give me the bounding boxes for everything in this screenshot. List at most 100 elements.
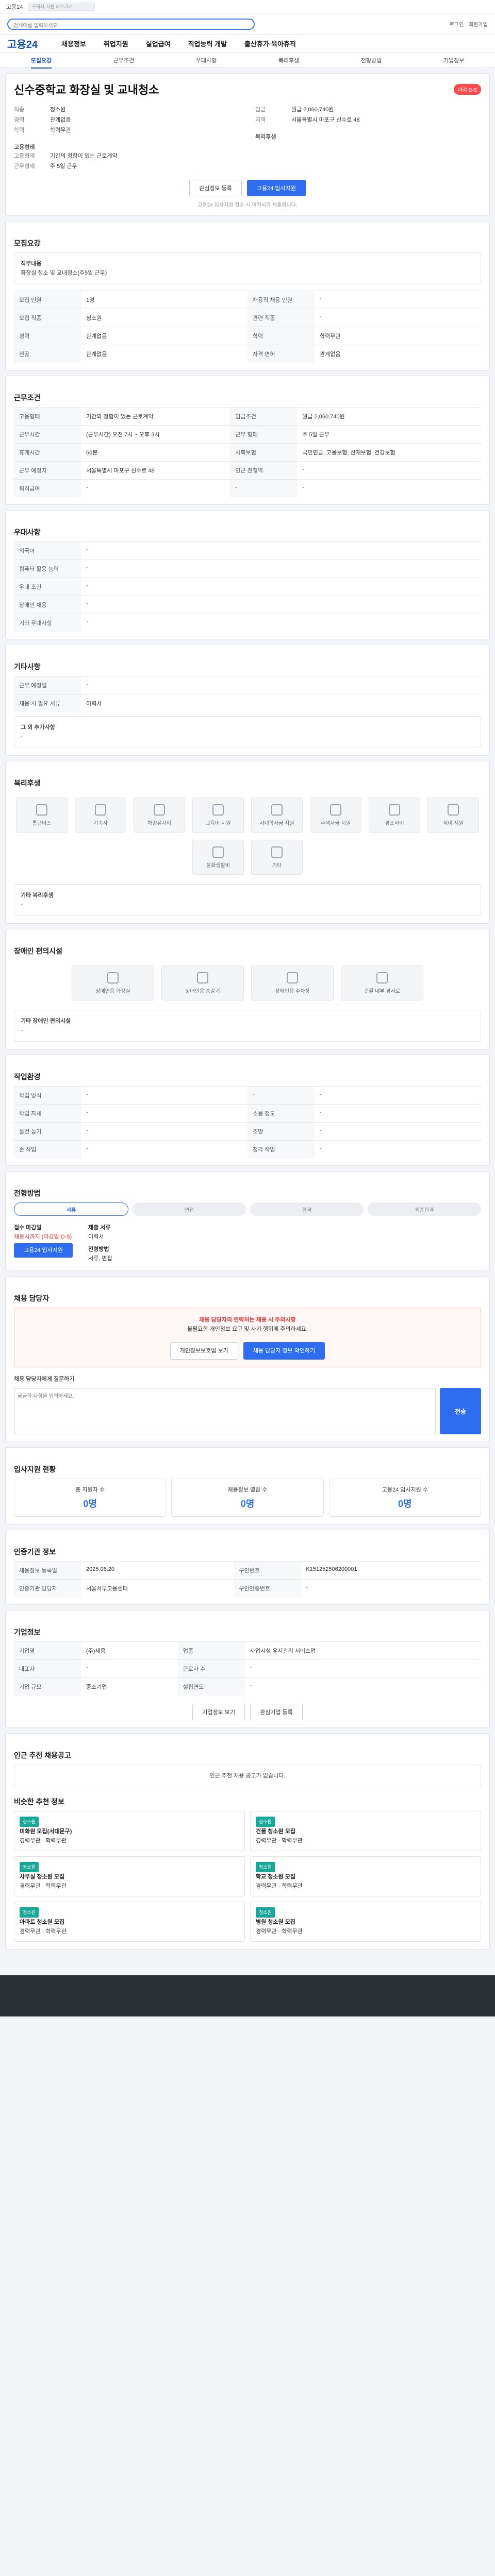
- list-item[interactable]: 청소원 사무실 청소원 모집 경력무관 · 학력무관: [14, 1856, 245, 1896]
- search-input[interactable]: 검색어를 입력하세요: [7, 18, 255, 30]
- nav-item-leave[interactable]: 출산휴가·육아휴직: [244, 39, 296, 48]
- cell-key: 인근 전철역: [230, 461, 298, 480]
- company-info-button[interactable]: 기업정보 보기: [192, 1704, 245, 1720]
- cell-value: -: [81, 1140, 248, 1158]
- conditions-table: 고용형태 기간의 정함이 있는 근로계약 임금조건 월급 2,060,740원 근무시…: [14, 407, 481, 497]
- cell-key: 휴게시간: [14, 443, 81, 462]
- contact-button[interactable]: 채용 담당자 정보 확인하기: [243, 1342, 325, 1360]
- facility-label: 장애인용 화장실: [95, 988, 130, 994]
- table-row: 채용정보 등록일 2025.06.20 구인번호 K151252506200001: [14, 1561, 481, 1580]
- tab-welfare[interactable]: 복리후생: [278, 56, 299, 64]
- job-tag: 청소원: [256, 1862, 275, 1872]
- job-tag: 청소원: [20, 1907, 39, 1918]
- gift-icon: [389, 804, 400, 816]
- environment-section: 작업환경 작업 방식 - - - 작업 자세 - 소음 정도 - 물건 들기 - 조명 - 손 작…: [5, 1055, 490, 1166]
- cell-key: -: [248, 1086, 315, 1105]
- cell-value: -: [81, 596, 481, 614]
- scrap-button[interactable]: 관심정보 등록: [189, 180, 242, 196]
- kv-value: 서울특별시 마포구 신수로 48: [291, 117, 360, 123]
- ramp-icon: [376, 972, 388, 984]
- job-tag: 청소원: [20, 1817, 39, 1827]
- cell-value: K151252506200001: [301, 1561, 481, 1580]
- meal-icon: [448, 804, 459, 816]
- welfare-label: 기타: [272, 862, 282, 869]
- nav-item-support[interactable]: 취업지원: [104, 39, 128, 48]
- job-tag: 청소원: [256, 1817, 275, 1827]
- table-row: 인증기관 담당자 서울서부고용센터 구인인증번호 -: [14, 1579, 481, 1597]
- tab-recruit[interactable]: 모집요강: [30, 56, 52, 69]
- welfare-item: 교육비 지원: [192, 798, 244, 833]
- conditions-section: 근무조건 고용형태 기간의 정함이 있는 근로계약 임금조건 월급 2,060,740…: [5, 376, 490, 505]
- cell-value: -: [81, 541, 481, 560]
- step-item: 서류: [14, 1202, 128, 1216]
- login-link[interactable]: 로그인: [450, 20, 464, 28]
- company-table: 기업명 (주)세움 업종 사업시설 유지관리 서비스업 대표자 - 근로자 수- 기업 규…: [14, 1641, 481, 1696]
- question-input[interactable]: [14, 1388, 436, 1434]
- job-title: 사무실 청소원 모집: [20, 1874, 65, 1880]
- privacy-button[interactable]: 개인정보보호법 보기: [170, 1342, 238, 1360]
- recruit-section: 모집요강 직무내용 화장실 청소 및 교내청소(주5일 근무) 모집 인원 1명 채…: [5, 221, 490, 370]
- list-item[interactable]: 청소원 병원 청소원 모집 경력무관 · 학력무관: [250, 1902, 481, 1942]
- apply-button-bottom[interactable]: 고용24 입사지원: [14, 1243, 73, 1258]
- applicants-section: 입사지원 현황 총 지원자 수 0명 채용정보 열람 수 0명 고용24 입사지원 …: [5, 1447, 490, 1524]
- tab-preferences[interactable]: 우대사항: [196, 56, 217, 64]
- cell-value: 사업시설 유지관리 서비스업: [244, 1641, 481, 1660]
- apply-note: 고용24 입사지원 접수 시 이력서가 제출됩니다.: [197, 202, 298, 208]
- nav-item-training[interactable]: 직업능력 개발: [188, 39, 227, 48]
- facility-label: 건물 내부 경사로: [364, 988, 400, 994]
- cell-key: 기업명: [14, 1641, 81, 1660]
- table-row: 컴퓨터 활용 능력 -: [14, 560, 481, 578]
- cell-key: 모집 인원: [14, 291, 81, 309]
- cell-key: 외국어: [14, 541, 81, 560]
- cell-value: -: [315, 1104, 481, 1123]
- tab-company[interactable]: 기업정보: [443, 56, 464, 64]
- welfare-item: 차량유지비: [134, 798, 185, 833]
- table-row: 퇴직급여 - - -: [14, 479, 481, 497]
- list-item[interactable]: 청소원학교 청소원 모집경력무관 · 학력무관: [250, 1856, 481, 1896]
- nav-item-jobs[interactable]: 채용정보: [61, 39, 86, 48]
- cell-key: 채용 시 필요 서류: [14, 694, 81, 712]
- stat-box: 총 지원자 수 0명: [14, 1479, 167, 1517]
- welfare-other-text: -: [21, 902, 23, 908]
- cell-value: 관계없음: [81, 327, 248, 345]
- job-desc: 경력무관 · 학력무관: [256, 1838, 303, 1844]
- list-item[interactable]: 청소원 건물 청소원 모집 경력무관 · 학력무관: [250, 1811, 481, 1851]
- etc-section: 기타사항 근무 예정일 - 채용 시 필요 서류 이력서 그 외 추가사항 -: [5, 645, 490, 756]
- signup-link[interactable]: 회원가입: [469, 20, 488, 28]
- welfare-item: 자녀학자금 지원: [251, 798, 303, 833]
- site-logo[interactable]: 고용24: [7, 36, 38, 51]
- cell-value: -: [297, 479, 481, 497]
- empty-note: 인근 추천 채용 공고가 없습니다.: [14, 1765, 481, 1787]
- top-notice[interactable]: 구직자 지원 바로가기: [28, 2, 95, 11]
- stat-box: 채용정보 열람 수 0명: [171, 1479, 324, 1517]
- cell-value: 청소원: [81, 309, 248, 327]
- cell-value: -: [301, 1579, 481, 1597]
- cell-key: 근로자 수: [177, 1659, 245, 1678]
- send-button[interactable]: 전송: [440, 1388, 481, 1434]
- cell-value: 기간의 정함이 있는 근로계약: [81, 407, 230, 426]
- table-row: 기타 우대사항 -: [14, 614, 481, 632]
- cell-key: 모집 직종: [14, 309, 81, 327]
- warning-text: 불필요한 개인정보 요구 및 사기 행위에 주의하세요.: [187, 1326, 308, 1332]
- company-follow-button[interactable]: 관심기업 등록: [250, 1704, 303, 1720]
- apply-button[interactable]: 고용24 입사지원: [246, 180, 306, 196]
- cell-key: 작업 자세: [14, 1104, 81, 1123]
- list-item[interactable]: 청소원 미화원 모집(서대문구) 경력무관 · 학력무관: [14, 1811, 245, 1851]
- job-desc: 경력무관 · 학력무관: [256, 1883, 303, 1889]
- tab-conditions[interactable]: 근무조건: [113, 56, 134, 64]
- method-label: 전형방법: [88, 1246, 109, 1252]
- tab-selection[interactable]: 전형방법: [361, 56, 382, 64]
- cell-value: (근무시간) 오전 7시 ~ 오후 3시: [81, 425, 230, 444]
- job-title: 학교 청소원 모집: [256, 1874, 295, 1880]
- stat-value: 0명: [83, 1499, 97, 1509]
- main-nav: 고용24 채용정보 취업지원 실업급여 직업능력 개발 출산휴가·육아휴직: [0, 35, 495, 53]
- list-item[interactable]: 청소원 아파트 청소원 모집 경력무관 · 학력무관: [14, 1902, 245, 1942]
- cell-key: 퇴직급여: [14, 479, 81, 497]
- nav-item-benefit[interactable]: 실업급여: [146, 39, 171, 48]
- welfare-item: 기숙사: [75, 798, 126, 833]
- section-title: 기타사항: [14, 663, 41, 671]
- cell-value: -: [81, 1086, 248, 1105]
- section-title: 비슷한 추천 정보: [14, 1798, 64, 1806]
- cell-key: 고용형태: [14, 407, 81, 426]
- top-logo[interactable]: 고용24: [6, 3, 23, 11]
